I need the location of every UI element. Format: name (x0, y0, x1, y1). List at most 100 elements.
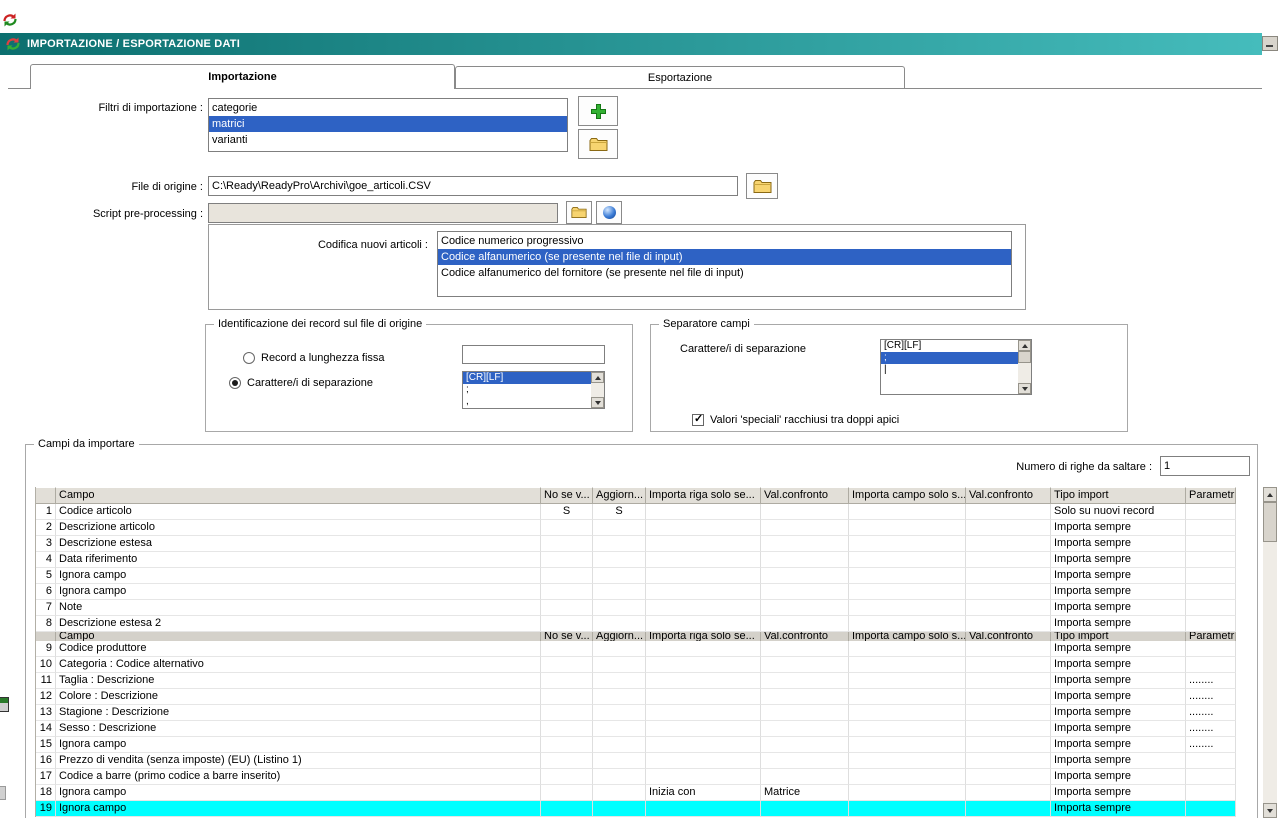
list-option[interactable]: [CR][LF] (881, 340, 1018, 352)
table-cell[interactable] (761, 504, 849, 520)
table-cell[interactable] (1186, 552, 1236, 568)
table-cell[interactable]: Note (56, 600, 541, 616)
table-cell[interactable] (761, 753, 849, 769)
table-cell[interactable] (849, 769, 966, 785)
column-header[interactable]: Tipo import (1051, 632, 1186, 641)
table-cell[interactable] (1186, 504, 1236, 520)
table-cell[interactable] (541, 673, 593, 689)
table-cell[interactable]: Ignora campo (56, 785, 541, 801)
column-header[interactable]: Aggiorn... (593, 487, 646, 504)
table-cell[interactable] (761, 584, 849, 600)
window-control-fragment[interactable] (1262, 36, 1278, 51)
table-cell[interactable] (541, 616, 593, 632)
table-cell[interactable] (541, 600, 593, 616)
fixed-length-input[interactable] (462, 345, 605, 364)
column-header[interactable]: Tipo import (1051, 487, 1186, 504)
table-cell[interactable] (1186, 657, 1236, 673)
table-cell[interactable]: 8 (36, 616, 56, 632)
scrollbar-thumb[interactable] (1263, 502, 1277, 542)
table-cell[interactable]: 19 (36, 801, 56, 817)
column-header[interactable] (36, 487, 56, 504)
table-cell[interactable] (593, 616, 646, 632)
scroll-down-button[interactable] (591, 397, 604, 408)
column-header[interactable]: Aggiorn... (593, 632, 646, 641)
table-row[interactable]: 11 Taglia : Descrizione Importa sempre....… (36, 673, 1236, 689)
list-option[interactable]: matrici (209, 116, 567, 132)
table-cell[interactable]: ........ (1186, 721, 1236, 737)
table-cell[interactable] (849, 721, 966, 737)
table-cell[interactable] (646, 568, 761, 584)
table-row[interactable]: 3 Descrizione estesa Importa sempre (36, 536, 1236, 552)
table-cell[interactable] (593, 552, 646, 568)
list-option[interactable]: | (881, 364, 1018, 376)
table-cell[interactable] (966, 705, 1051, 721)
open-filter-button[interactable] (578, 129, 618, 159)
table-cell[interactable]: Importa sempre (1051, 753, 1186, 769)
table-row[interactable]: 16 Prezzo di vendita (senza imposte) (EU)… (36, 753, 1236, 769)
table-cell[interactable]: Ignora campo (56, 737, 541, 753)
table-row[interactable]: 8 Descrizione estesa 2 Importa sempre (36, 616, 1236, 632)
table-cell[interactable] (849, 785, 966, 801)
table-cell[interactable] (646, 641, 761, 657)
table-cell[interactable]: Importa sempre (1051, 673, 1186, 689)
table-cell[interactable] (1186, 616, 1236, 632)
column-header[interactable]: Parametri (1186, 487, 1236, 504)
table-cell[interactable] (966, 504, 1051, 520)
table-cell[interactable]: ........ (1186, 705, 1236, 721)
table-cell[interactable] (849, 536, 966, 552)
table-cell[interactable] (541, 641, 593, 657)
table-cell[interactable] (761, 657, 849, 673)
table-cell[interactable] (593, 785, 646, 801)
table-cell[interactable]: ........ (1186, 689, 1236, 705)
table-cell[interactable] (761, 641, 849, 657)
table-cell[interactable] (593, 689, 646, 705)
table-cell[interactable] (761, 705, 849, 721)
table-cell[interactable]: Importa sempre (1051, 705, 1186, 721)
table-cell[interactable] (646, 584, 761, 600)
table-cell[interactable]: Descrizione estesa 2 (56, 616, 541, 632)
table-cell[interactable]: Importa sempre (1051, 520, 1186, 536)
table-cell[interactable] (593, 673, 646, 689)
table-cell[interactable] (646, 737, 761, 753)
table-cell[interactable] (1186, 785, 1236, 801)
table-cell[interactable] (761, 721, 849, 737)
table-cell[interactable] (593, 641, 646, 657)
table-row[interactable]: 18 Ignora campo Inizia con Matrice Importa s… (36, 785, 1236, 801)
table-cell[interactable]: Categoria : Codice alternativo (56, 657, 541, 673)
table-cell[interactable] (761, 600, 849, 616)
scroll-track[interactable] (1263, 542, 1277, 803)
table-cell[interactable] (849, 641, 966, 657)
table-cell[interactable] (541, 753, 593, 769)
table-cell[interactable]: Importa sempre (1051, 801, 1186, 817)
table-cell[interactable] (646, 657, 761, 673)
table-cell[interactable] (1186, 769, 1236, 785)
table-cell[interactable] (541, 721, 593, 737)
table-cell[interactable]: Importa sempre (1051, 552, 1186, 568)
column-header[interactable]: No se v... (541, 632, 593, 641)
list-option[interactable]: ; (881, 352, 1018, 364)
scroll-down-button[interactable] (1263, 803, 1277, 818)
table-cell[interactable]: Importa sempre (1051, 616, 1186, 632)
table-cell[interactable]: Ignora campo (56, 584, 541, 600)
table-cell[interactable]: Importa sempre (1051, 689, 1186, 705)
table-cell[interactable] (761, 552, 849, 568)
table-cell[interactable] (593, 705, 646, 721)
table-cell[interactable] (593, 721, 646, 737)
table-row[interactable]: 7 Note Importa sempre (36, 600, 1236, 616)
separator-radio[interactable] (229, 377, 241, 389)
table-cell[interactable] (1186, 753, 1236, 769)
table-cell[interactable] (966, 600, 1051, 616)
table-cell[interactable]: 16 (36, 753, 56, 769)
table-cell[interactable]: Prezzo di vendita (senza imposte) (EU) (… (56, 753, 541, 769)
column-header[interactable]: Parametri (1186, 632, 1236, 641)
listbox-scrollbar[interactable] (591, 372, 604, 408)
table-cell[interactable] (761, 737, 849, 753)
table-cell[interactable] (761, 801, 849, 817)
table-cell[interactable]: 15 (36, 737, 56, 753)
table-cell[interactable]: Solo su nuovi record (1051, 504, 1186, 520)
table-cell[interactable]: ........ (1186, 673, 1236, 689)
table-cell[interactable] (1186, 568, 1236, 584)
table-row[interactable]: 13 Stagione : Descrizione Importa sempre..… (36, 705, 1236, 721)
tab-esportazione[interactable]: Esportazione (455, 66, 905, 88)
column-header[interactable]: Val.confronto (761, 632, 849, 641)
